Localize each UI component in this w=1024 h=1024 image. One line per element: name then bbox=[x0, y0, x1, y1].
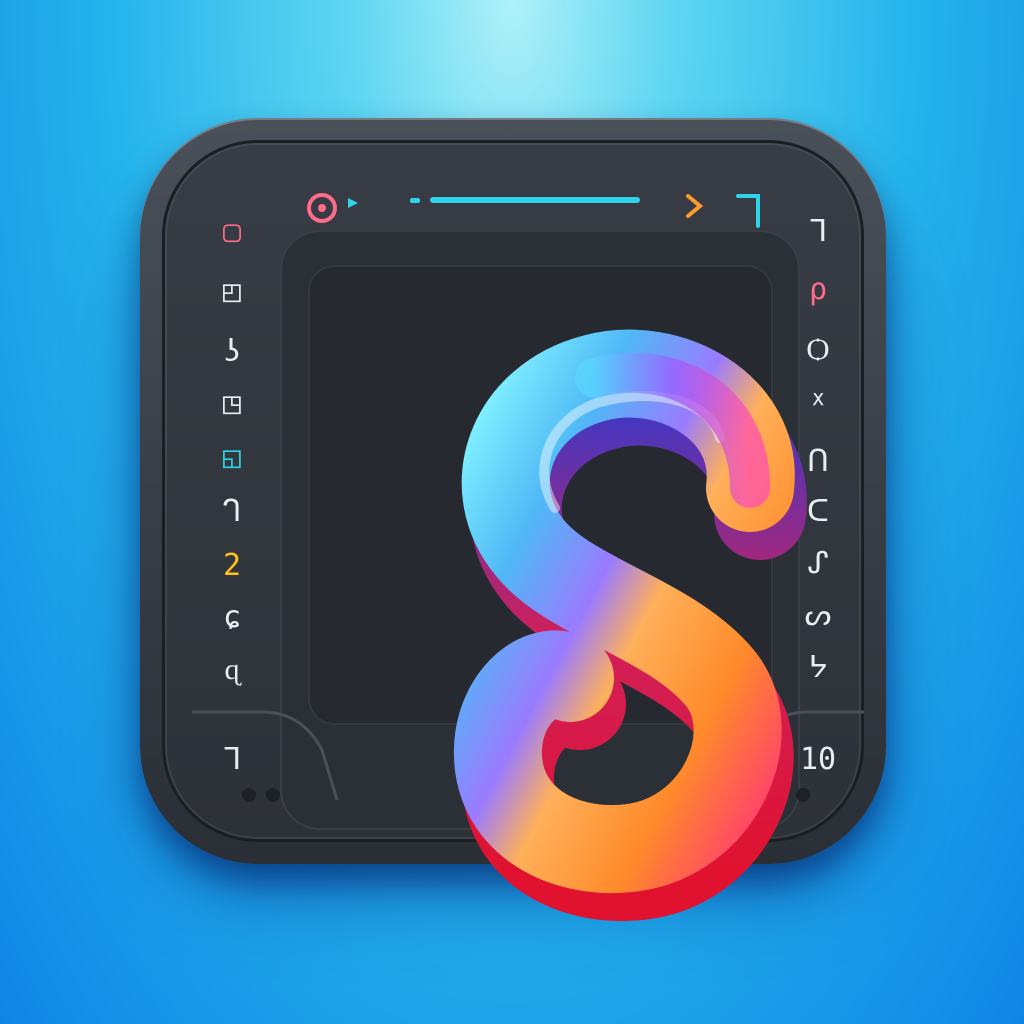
s-monogram-logo bbox=[454, 329, 807, 921]
top-toolbar bbox=[307, 193, 760, 228]
left-rail-glyph-2[interactable]: ◰ bbox=[212, 272, 252, 312]
right-rail-glyph-2[interactable]: ρ bbox=[798, 270, 838, 310]
app-icon-tile[interactable]: ▢ ◰ ʖ ◳ ◱ ᒉ 2 ɕ ɋ ᒣ ᒣ ρ Ѻ ᕽ ᑎ ᑕ ᔑ ᔕ ᔭ 10 bbox=[140, 118, 886, 921]
progress-bar-icon[interactable] bbox=[410, 197, 640, 203]
play-icon[interactable] bbox=[348, 198, 358, 208]
right-rail-glyph-1[interactable]: ᒣ bbox=[798, 212, 838, 252]
left-rail-glyph-7[interactable]: 2 bbox=[212, 546, 252, 586]
chevron-right-icon[interactable] bbox=[686, 194, 704, 218]
icon-canvas: ▢ ◰ ʖ ◳ ◱ ᒉ 2 ɕ ɋ ᒣ ᒣ ρ Ѻ ᕽ ᑎ ᑕ ᔑ ᔕ ᔭ 10 bbox=[0, 0, 1024, 1024]
corner-bracket-icon[interactable] bbox=[736, 194, 760, 228]
left-rail-glyph-8[interactable]: ɕ bbox=[212, 598, 252, 638]
left-rail-glyph-5[interactable]: ◱ bbox=[212, 438, 252, 478]
record-icon[interactable] bbox=[307, 193, 337, 223]
left-rail-glyph-6[interactable]: ᒉ bbox=[212, 492, 252, 532]
left-rail-glyph-3[interactable]: ʖ bbox=[212, 332, 252, 372]
left-rail-glyph-4[interactable]: ◳ bbox=[212, 384, 252, 424]
left-rail-glyph-1[interactable]: ▢ bbox=[212, 212, 252, 252]
